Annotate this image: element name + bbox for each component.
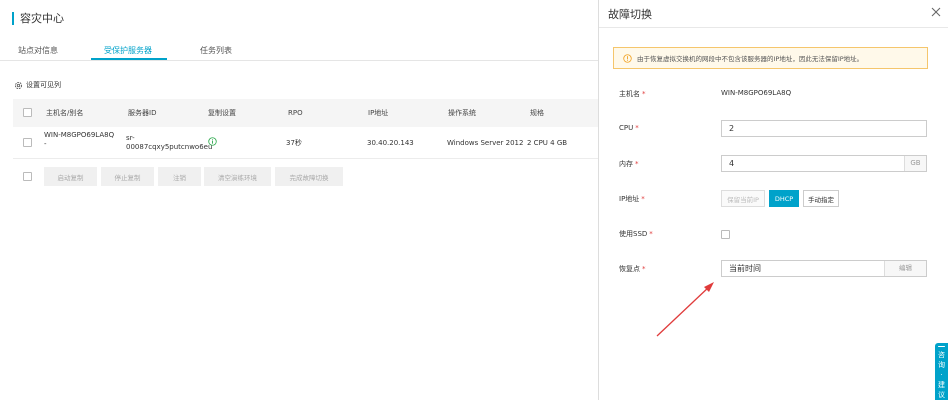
row-server-id-prefix: sr- (126, 134, 135, 142)
row-hostname-name: WIN-M8GPO69LA8Q (44, 131, 115, 139)
info-icon[interactable] (208, 137, 217, 149)
required-mark: * (649, 230, 653, 238)
hostname-row: 主机名 * WIN-M8GPO69LA8Q (619, 89, 939, 101)
warning-notice: 由于恢复虚拟交换机的网段中不包含该服务器的IP地址，因此无法保留IP地址。 (613, 47, 928, 69)
row-ip: 30.40.20.143 (367, 139, 414, 147)
tab-bar: 站点对信息 受保护服务器 任务列表 (0, 40, 598, 61)
memory-label: 内存 * (619, 159, 639, 169)
title-accent-bar (12, 11, 14, 25)
header-os[interactable]: 操作系统 (448, 109, 476, 118)
required-mark: * (642, 265, 646, 273)
row-hostname-alias: - (44, 140, 47, 148)
row-hostname: WIN-M8GPO69LA8Q - (44, 131, 114, 149)
page-title: 容灾中心 (12, 11, 64, 25)
active-tab-indicator (91, 58, 167, 60)
cpu-input[interactable]: 2 (721, 120, 927, 137)
memory-label-text: 内存 (619, 160, 633, 168)
required-mark: * (635, 160, 639, 168)
feedback-char-4: 建 (938, 381, 945, 389)
memory-input[interactable]: 4 GB (721, 155, 927, 172)
memory-unit: GB (904, 156, 926, 171)
recovery-point-edit-button[interactable]: 编辑 (884, 261, 926, 276)
hostname-label: 主机名 * (619, 89, 646, 99)
ip-row: IP地址 * 保留当前IP DHCP 手动指定 (619, 190, 939, 207)
table-row[interactable]: WIN-M8GPO69LA8Q - sr- 00087cqxy5putcnwo6… (13, 127, 598, 159)
select-all-checkbox[interactable] (23, 108, 32, 117)
ssd-row: 使用SSD * (619, 229, 939, 241)
memory-row: 内存 * 4 GB (619, 155, 939, 172)
drawer-title: 故障切换 (608, 8, 652, 21)
drawer-header-divider (599, 27, 948, 28)
set-visible-columns-link[interactable]: 设置可见列 (14, 80, 61, 90)
required-mark: * (642, 90, 646, 98)
memory-value: 4 (729, 159, 735, 168)
feedback-char-1: 咨 (938, 351, 945, 359)
servers-table: 主机名/别名 服务器ID 复制设置 RPO IP地址 操作系统 规格 WIN-M… (13, 99, 598, 159)
recovery-point-label: 恢复点 * (619, 264, 646, 274)
complete-failover-button[interactable]: 完成故障切换 (275, 167, 343, 186)
ssd-label: 使用SSD * (619, 229, 653, 239)
cpu-label: CPU * (619, 124, 639, 132)
header-replication[interactable]: 复制设置 (208, 109, 236, 118)
keep-current-ip-button[interactable]: 保留当前IP (721, 190, 765, 207)
required-mark: * (641, 195, 645, 203)
cpu-row: CPU * 2 (619, 120, 939, 137)
recovery-point-value: 当前时间 (729, 264, 761, 273)
chat-icon (938, 346, 945, 347)
feedback-char-2: 询 (938, 361, 945, 369)
page-title-text: 容灾中心 (20, 12, 64, 25)
feedback-char-3: · (940, 371, 943, 379)
hostname-value: WIN-M8GPO69LA8Q (721, 89, 792, 97)
header-ip[interactable]: IP地址 (368, 109, 388, 118)
recovery-point-input[interactable]: 当前时间 编辑 (721, 260, 927, 277)
clear-drill-env-button[interactable]: 清空演练环境 (204, 167, 271, 186)
recovery-point-label-text: 恢复点 (619, 265, 640, 273)
manual-ip-button[interactable]: 手动指定 (803, 190, 839, 207)
row-server-id: sr- 00087cqxy5putcnwo6eu (126, 134, 212, 152)
close-icon[interactable] (930, 6, 942, 18)
hostname-label-text: 主机名 (619, 90, 640, 98)
gear-icon (14, 81, 23, 89)
start-replication-button[interactable]: 启动复制 (44, 167, 97, 186)
required-mark: * (635, 124, 639, 132)
stop-replication-button[interactable]: 停止复制 (101, 167, 154, 186)
tab-protected-servers[interactable]: 受保护服务器 (104, 45, 152, 56)
recovery-point-row: 恢复点 * 当前时间 编辑 (619, 260, 939, 277)
dhcp-button[interactable]: DHCP (769, 190, 799, 207)
ip-label: IP地址 * (619, 194, 645, 204)
warning-icon (623, 53, 632, 63)
cpu-label-text: CPU (619, 124, 634, 132)
row-rpo: 37秒 (286, 139, 302, 147)
header-hostname[interactable]: 主机名/别名 (46, 109, 83, 118)
row-spec: 2 CPU 4 GB (527, 139, 568, 147)
feedback-float-tab[interactable]: 咨 询 · 建 议 (935, 343, 948, 400)
warning-text: 由于恢复虚拟交换机的网段中不包含该服务器的IP地址，因此无法保留IP地址。 (637, 55, 864, 63)
row-checkbox[interactable] (23, 138, 32, 147)
set-visible-columns-label: 设置可见列 (26, 81, 61, 89)
row-os: Windows Server 2012 (447, 139, 524, 147)
use-ssd-checkbox[interactable] (721, 230, 730, 239)
feedback-char-5: 议 (938, 391, 945, 399)
header-rpo[interactable]: RPO (288, 109, 303, 118)
table-header: 主机名/别名 服务器ID 复制设置 RPO IP地址 操作系统 规格 (13, 99, 598, 127)
header-spec[interactable]: 规格 (530, 109, 544, 118)
main-panel: 容灾中心 站点对信息 受保护服务器 任务列表 设置可见列 主机名/别名 服务器I… (0, 0, 598, 400)
deregister-button[interactable]: 注销 (158, 167, 201, 186)
row-server-id-value: 00087cqxy5putcnwo6eu (126, 143, 213, 151)
batch-select-checkbox[interactable] (23, 172, 32, 181)
annotation-arrow-icon (656, 282, 714, 337)
tab-task-list[interactable]: 任务列表 (200, 45, 232, 56)
header-server-id[interactable]: 服务器ID (128, 109, 156, 118)
ip-label-text: IP地址 (619, 195, 640, 203)
ssd-label-text: 使用SSD (619, 230, 648, 238)
tab-site-pair-info[interactable]: 站点对信息 (18, 45, 58, 56)
